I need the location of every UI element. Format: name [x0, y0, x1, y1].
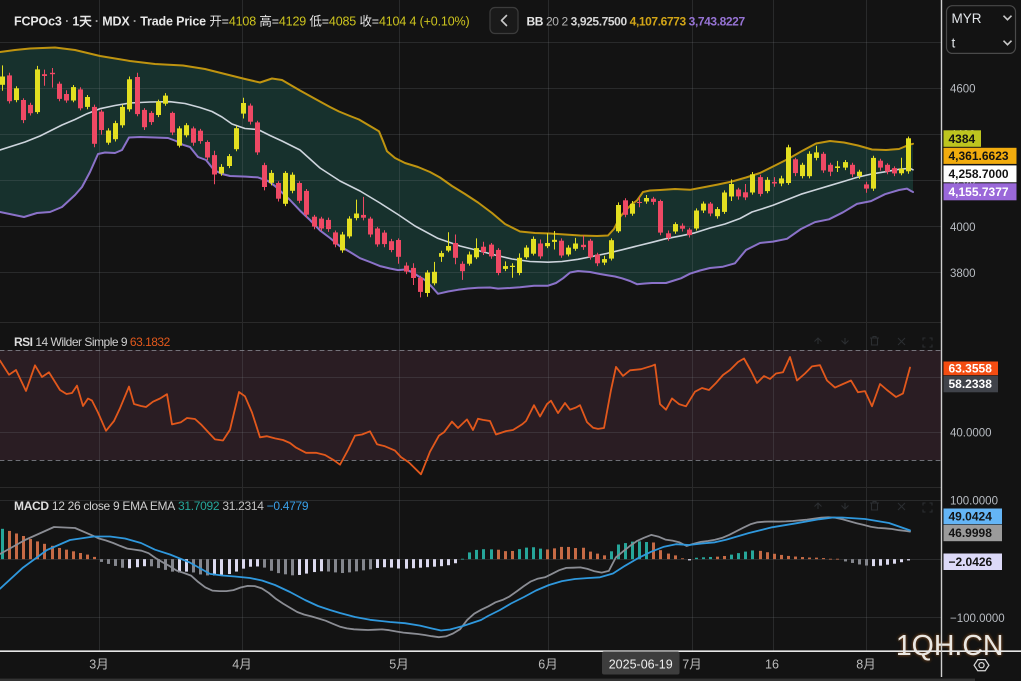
svg-text:MACD 12 26 close 9 EMA EMA 31: MACD 12 26 close 9 EMA EMA 31.7092 31.23… [14, 499, 309, 513]
svg-text:3月: 3月 [89, 658, 108, 672]
svg-text:16: 16 [765, 658, 779, 672]
svg-text:5月: 5月 [389, 658, 408, 672]
svg-text:−100.0000: −100.0000 [950, 613, 1005, 625]
svg-text:2025-06-19: 2025-06-19 [609, 658, 673, 672]
svg-text:49.0424: 49.0424 [949, 510, 993, 524]
svg-text:46.9998: 46.9998 [949, 526, 993, 540]
svg-text:4384: 4384 [949, 132, 976, 146]
svg-text:4月: 4月 [232, 658, 251, 672]
svg-text:BB 20 2 3,925.7500 4,107.677: BB 20 2 3,925.7500 4,107.6773 3,743.8227 [527, 15, 746, 29]
svg-text:FCPOc3 · 1天 · MDX · Trade Pric: FCPOc3 · 1天 · MDX · Trade Price 开=4108 高… [14, 14, 470, 29]
svg-text:63.3558: 63.3558 [949, 362, 993, 376]
svg-text:RSI 14 Wilder Simple 9 63.183: RSI 14 Wilder Simple 9 63.1832 [14, 335, 171, 349]
svg-text:6月: 6月 [538, 658, 557, 672]
svg-text:4000: 4000 [950, 222, 976, 234]
svg-text:3800: 3800 [950, 268, 976, 280]
svg-text:1QH.CN: 1QH.CN [896, 630, 1004, 662]
svg-text:4,361.6623: 4,361.6623 [949, 149, 1009, 163]
svg-text:4,155.7377: 4,155.7377 [949, 185, 1009, 199]
svg-text:58.2338: 58.2338 [949, 377, 993, 391]
svg-text:40.0000: 40.0000 [950, 428, 992, 440]
svg-text:4600: 4600 [950, 84, 976, 96]
svg-text:t: t [952, 36, 956, 51]
svg-text:8月: 8月 [856, 658, 875, 672]
svg-text:MYR: MYR [952, 11, 982, 26]
svg-text:7月: 7月 [682, 658, 701, 672]
svg-text:4,258.7000: 4,258.7000 [949, 167, 1009, 181]
svg-text:100.0000: 100.0000 [950, 496, 998, 508]
svg-text:−2.0426: −2.0426 [949, 555, 993, 569]
